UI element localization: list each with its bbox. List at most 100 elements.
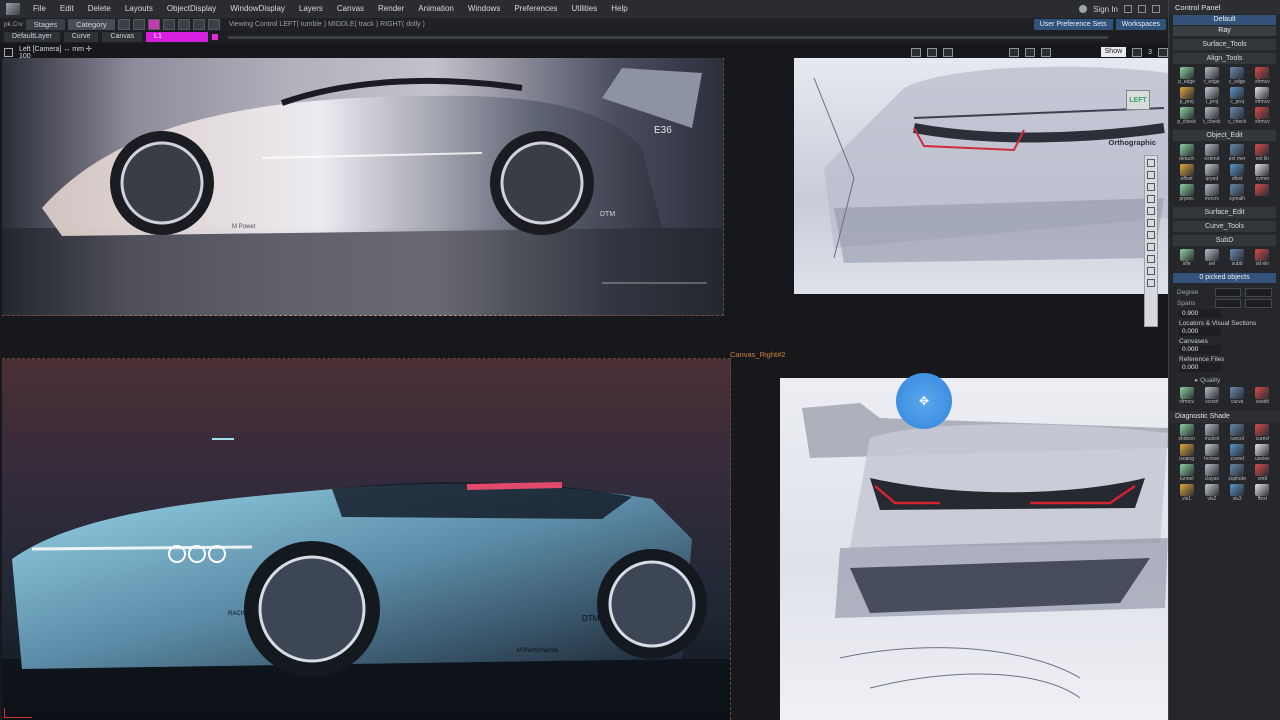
tool-mulcol[interactable]: mulcol — [1200, 424, 1223, 443]
tool-curva[interactable]: curva — [1226, 387, 1249, 406]
frame-icon[interactable] — [926, 47, 937, 57]
tool-t_proj[interactable]: t_proj — [1200, 87, 1223, 106]
canvas-bottom-left[interactable]: DTM RACING M Performance — [2, 358, 731, 720]
tool-xfrmcv[interactable]: xfrmcv — [1251, 67, 1274, 86]
tool-t_check[interactable]: t_check — [1200, 107, 1223, 126]
degree-field[interactable] — [1214, 288, 1242, 297]
tool-dhist[interactable]: dhist — [1226, 164, 1249, 183]
menu-edit[interactable]: Edit — [53, 0, 81, 18]
minimize-icon[interactable] — [1124, 5, 1132, 13]
menu-animation[interactable]: Animation — [411, 0, 461, 18]
sign-in-area[interactable]: Sign In — [1079, 5, 1168, 14]
tool-extend[interactable]: extend — [1200, 144, 1223, 163]
pick-icon[interactable] — [177, 19, 190, 30]
curve-tools-palette[interactable]: Curve_Tools — [1173, 221, 1276, 232]
tool-ffext[interactable]: ffext — [1251, 484, 1274, 503]
tool-vis1[interactable]: vis1 — [1175, 484, 1198, 503]
curve-icon[interactable] — [147, 19, 160, 30]
zoom-icon[interactable] — [942, 47, 953, 57]
curve-tab[interactable]: Curve — [63, 32, 99, 42]
show-button[interactable]: Show — [1100, 47, 1127, 57]
surface-tools-palette[interactable]: Surface_Tools — [1173, 39, 1276, 50]
tool-mrrcrv[interactable]: mrrcrv — [1200, 184, 1223, 203]
quality-toggle[interactable]: ▸ Quality — [1169, 372, 1280, 386]
transform-icon[interactable] — [1147, 243, 1155, 251]
tool-xsedit[interactable]: xsedit — [1251, 387, 1274, 406]
layout-icon[interactable] — [1132, 47, 1143, 57]
link-icon[interactable] — [1147, 267, 1155, 275]
canvas-top-right[interactable]: LEFT Orthographic — [794, 58, 1168, 294]
menu-windowdisplay[interactable]: WindowDisplay — [223, 0, 292, 18]
tool-qryed[interactable]: qryed — [1200, 164, 1223, 183]
tool-zureel[interactable]: zureel — [1226, 444, 1249, 463]
lock-icon[interactable] — [1147, 279, 1155, 287]
sign-in-link[interactable]: Sign In — [1093, 5, 1118, 14]
tool-subd[interactable]: subd — [1226, 249, 1249, 268]
cv-icon[interactable] — [192, 19, 205, 30]
move-icon[interactable] — [1147, 207, 1155, 215]
tool-empty[interactable] — [1251, 184, 1274, 203]
rotate-icon[interactable] — [1147, 219, 1155, 227]
pan-icon[interactable] — [1147, 183, 1155, 191]
snap-icon[interactable] — [162, 19, 175, 30]
grid-icon[interactable] — [1147, 195, 1155, 203]
target-icon[interactable] — [1147, 159, 1155, 167]
tool-c_proj[interactable]: c_proj — [1226, 87, 1249, 106]
tool-prprec[interactable]: prprec — [1175, 184, 1198, 203]
tool-offset[interactable]: offset — [1175, 164, 1198, 183]
layer-color-swatch[interactable] — [212, 34, 219, 40]
viewport-close-icon[interactable] — [4, 47, 13, 57]
object-edit-palette[interactable]: Object_Edit — [1173, 130, 1276, 141]
tool-p_check[interactable]: p_check — [1175, 107, 1198, 126]
grid-toggle-icon[interactable] — [1008, 47, 1019, 57]
menu-layers[interactable]: Layers — [292, 0, 330, 18]
default-layer-button[interactable]: DefaultLayer — [4, 32, 60, 42]
user-preference-sets-button[interactable]: User Preference Sets — [1033, 19, 1113, 30]
close-icon[interactable] — [1152, 5, 1160, 13]
menu-windows[interactable]: Windows — [461, 0, 507, 18]
tab-category[interactable]: Category — [68, 19, 115, 30]
tool-ext-lin[interactable]: ext lin — [1251, 144, 1274, 163]
tool-xfrmcv[interactable]: xfrmcv — [1175, 387, 1198, 406]
fit-icon[interactable] — [1040, 47, 1051, 57]
menu-help[interactable]: Help — [604, 0, 634, 18]
canvas-tab[interactable]: Canvas — [102, 32, 143, 42]
layer-l1-button[interactable]: L1 — [146, 32, 209, 42]
brush-icon[interactable] — [1147, 255, 1155, 263]
menu-render[interactable]: Render — [371, 0, 411, 18]
tool-scnsrf[interactable]: scnsrf — [1200, 387, 1223, 406]
arrow-left-icon[interactable] — [1147, 171, 1155, 179]
tool-shdoon[interactable]: shdoon — [1175, 424, 1198, 443]
lock-icon[interactable] — [207, 19, 220, 30]
tool-sel[interactable]: sel — [1200, 249, 1223, 268]
canvas-top-left[interactable]: E36 M Power DTM — [2, 58, 724, 316]
align-tools-palette[interactable]: Align_Tools — [1173, 53, 1276, 64]
tool-symm[interactable]: symm — [1251, 164, 1274, 183]
tool-symalh[interactable]: symalh — [1226, 184, 1249, 203]
tool-isoang[interactable]: isoang — [1175, 444, 1198, 463]
tool-vis3[interactable]: vis3 — [1226, 484, 1249, 503]
grid-icon[interactable] — [117, 19, 130, 30]
locators-value[interactable]: 0.000 — [1179, 327, 1221, 336]
degree-field-2[interactable] — [1245, 288, 1272, 297]
tool-rancol[interactable]: rancol — [1226, 424, 1249, 443]
preset-default-dropdown[interactable]: Default — [1173, 15, 1276, 25]
tool-vis2[interactable]: vis2 — [1200, 484, 1223, 503]
tool-detach[interactable]: detach — [1175, 144, 1198, 163]
spans-field-2[interactable] — [1245, 299, 1272, 308]
reference-icon[interactable] — [1024, 47, 1035, 57]
tool-useiec[interactable]: useiec — [1251, 444, 1274, 463]
menu-preferences[interactable]: Preferences — [507, 0, 564, 18]
tool-xfrmcv[interactable]: xfrmcv — [1251, 107, 1274, 126]
reference-files-value[interactable]: 0.000 — [1179, 363, 1221, 372]
tool-clayao[interactable]: clayao — [1200, 464, 1223, 483]
tool-xfrmcv[interactable]: xfrmcv — [1251, 87, 1274, 106]
camera-icon[interactable] — [910, 47, 921, 57]
menu-objectdisplay[interactable]: ObjectDisplay — [160, 0, 223, 18]
tool-ext-mer[interactable]: ext mer — [1226, 144, 1249, 163]
menu-utilities[interactable]: Utilities — [564, 0, 604, 18]
tool-vmtl[interactable]: vmtl — [1251, 464, 1274, 483]
tool-sophote[interactable]: sophote — [1226, 464, 1249, 483]
spans-field[interactable] — [1214, 299, 1242, 308]
app-logo-icon[interactable] — [0, 0, 26, 18]
